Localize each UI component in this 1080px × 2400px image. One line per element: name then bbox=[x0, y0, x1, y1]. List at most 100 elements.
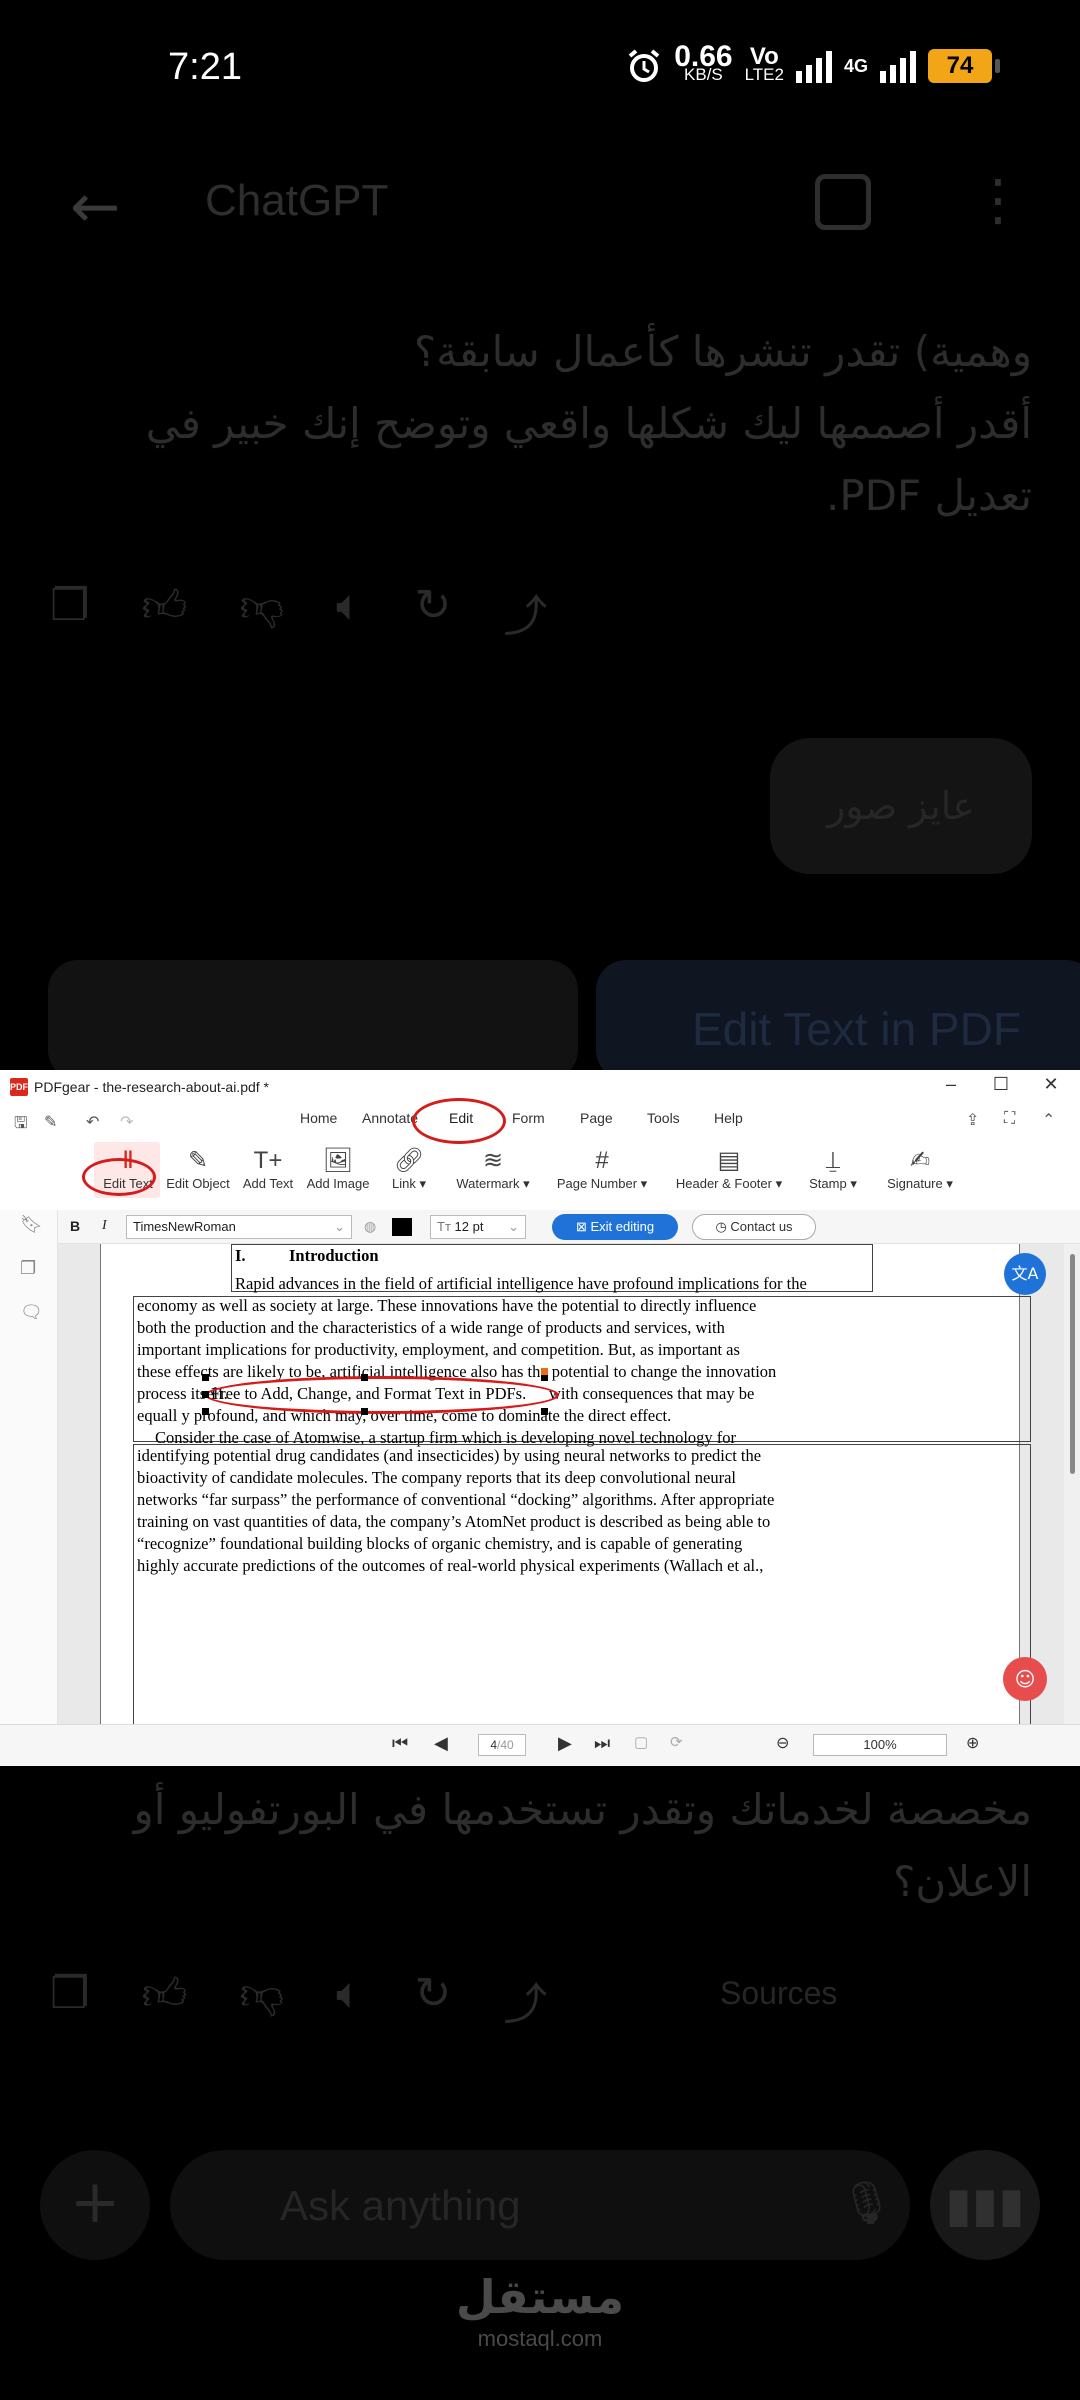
link-button[interactable]: 🔗︎ Link ▾ bbox=[384, 1146, 434, 1192]
signature-button[interactable]: ✍︎ Signature ▾ bbox=[878, 1146, 962, 1192]
share-icon[interactable]: ⤴ bbox=[503, 1968, 547, 2032]
menu-form[interactable]: Form bbox=[512, 1110, 545, 1126]
text-color-swatch[interactable] bbox=[392, 1218, 412, 1236]
minimize-icon[interactable]: – bbox=[936, 1074, 966, 1095]
last-page-icon[interactable]: ⏭ bbox=[594, 1733, 610, 1754]
menu-tools[interactable]: Tools bbox=[647, 1110, 680, 1126]
assistant-message-line: الاعلان؟ bbox=[893, 1857, 1032, 1906]
resize-handle[interactable] bbox=[361, 1408, 368, 1415]
speaker-icon[interactable]: 🔈︎ bbox=[336, 580, 362, 644]
chevron-down-icon: ⌄ bbox=[508, 1219, 519, 1234]
zoom-in-icon[interactable]: ⊕ bbox=[966, 1733, 979, 1753]
scrollbar-thumb[interactable] bbox=[1070, 1254, 1075, 1474]
volte-bottom: LTE2 bbox=[744, 65, 784, 84]
thumbs-up-icon[interactable]: 👍︎ bbox=[141, 580, 187, 644]
volte-top: Vo bbox=[749, 43, 779, 70]
back-arrow-icon[interactable]: ← bbox=[70, 172, 120, 242]
pdf-page: I. Introduction Rapid advances in the fi… bbox=[100, 1244, 1031, 1724]
resize-handle[interactable] bbox=[202, 1408, 209, 1415]
thumbnails-icon[interactable]: ❐ bbox=[20, 1258, 36, 1279]
paragraph-line: training on vast quantities of data, the… bbox=[137, 1512, 771, 1531]
stamp-button[interactable]: ⍊ Stamp ▾ bbox=[800, 1146, 866, 1192]
generated-image-card-2[interactable]: Edit Text in PDF bbox=[596, 960, 1080, 1080]
save-as-icon[interactable]: ✎ bbox=[44, 1112, 57, 1132]
page-input[interactable]: 4/40 bbox=[478, 1734, 526, 1756]
undo-icon[interactable]: ↶ bbox=[86, 1112, 99, 1132]
header-footer-button[interactable]: ▤ Header & Footer ▾ bbox=[668, 1146, 790, 1192]
redo-icon[interactable]: ↷ bbox=[120, 1112, 133, 1132]
mic-icon[interactable]: 🎙︎ bbox=[840, 2178, 893, 2228]
resize-handle[interactable] bbox=[541, 1374, 548, 1381]
contact-us-label: Contact us bbox=[730, 1219, 793, 1234]
bookmark-icon[interactable]: 🔖︎ bbox=[20, 1214, 43, 1235]
opacity-icon[interactable]: ◍ bbox=[364, 1218, 376, 1235]
signature-label: Signature bbox=[887, 1176, 943, 1191]
menu-help[interactable]: Help bbox=[714, 1110, 743, 1126]
share-icon[interactable]: ⤴ bbox=[503, 580, 547, 644]
rotate-page-icon[interactable]: ⟳ bbox=[670, 1733, 683, 1751]
font-select-value: TimesNewRoman bbox=[133, 1219, 236, 1234]
add-image-button[interactable]: 🖼︎ Add Image bbox=[302, 1146, 374, 1191]
card-title: Edit Text in PDF bbox=[692, 1003, 1021, 1055]
document-viewer[interactable]: I. Introduction Rapid advances in the fi… bbox=[58, 1244, 1080, 1724]
more-options-icon[interactable]: ⋮ bbox=[970, 168, 1026, 233]
maximize-icon[interactable]: ☐ bbox=[986, 1074, 1016, 1095]
copy-icon[interactable]: ❐ bbox=[50, 1968, 89, 2032]
single-page-icon[interactable]: ▢ bbox=[634, 1733, 648, 1751]
save-icon[interactable]: 🖫 bbox=[14, 1112, 28, 1139]
menu-home[interactable]: Home bbox=[300, 1110, 337, 1126]
regenerate-icon[interactable]: ↻ bbox=[415, 580, 452, 644]
translate-icon[interactable]: 文A bbox=[1004, 1253, 1046, 1295]
italic-button[interactable]: I bbox=[102, 1218, 107, 1234]
paragraph-line: with consequences that may be bbox=[549, 1384, 755, 1403]
menu-page[interactable]: Page bbox=[580, 1110, 613, 1126]
font-size-select[interactable]: Tт 12 pt ⌄ bbox=[430, 1215, 526, 1239]
resize-handle[interactable] bbox=[202, 1374, 209, 1381]
ai-assistant-icon[interactable]: ☺ bbox=[1003, 1657, 1047, 1701]
paragraph-line: networks “far surpass” the performance o… bbox=[137, 1490, 775, 1509]
exit-editing-button[interactable]: ⊠ Exit editing bbox=[552, 1214, 678, 1240]
watermark-button[interactable]: ≋ Watermark ▾ bbox=[450, 1146, 536, 1192]
sources-button[interactable]: Sources bbox=[720, 1975, 837, 2012]
first-page-icon[interactable]: ⏮ bbox=[392, 1733, 408, 1754]
left-sidebar: 🔖︎ ❐ 🗨︎ ⌄ bbox=[0, 1210, 58, 1766]
thumbs-down-icon[interactable]: 👎︎ bbox=[239, 1968, 284, 2032]
clock: 7:21 bbox=[168, 46, 242, 88]
font-size-icon: Tт bbox=[437, 1219, 455, 1234]
rotate-handle[interactable] bbox=[541, 1368, 548, 1375]
font-select[interactable]: TimesNewRoman ⌄ bbox=[126, 1215, 352, 1239]
header-footer-icon: ▤ bbox=[717, 1147, 741, 1174]
add-text-button[interactable]: T+ Add Text bbox=[238, 1146, 298, 1191]
edit-object-button[interactable]: ✎ Edit Object bbox=[160, 1146, 236, 1191]
menu-annotate[interactable]: Annotate bbox=[362, 1110, 418, 1126]
new-chat-icon[interactable] bbox=[815, 174, 871, 230]
thumbs-down-icon[interactable]: 👎︎ bbox=[239, 580, 284, 644]
contact-us-button[interactable]: ◷ Contact us bbox=[692, 1214, 816, 1240]
regenerate-icon[interactable]: ↻ bbox=[415, 1968, 452, 2032]
share-icon[interactable]: ⇪ bbox=[966, 1110, 979, 1130]
thumbs-up-icon[interactable]: 👍︎ bbox=[141, 1968, 187, 2032]
comments-icon[interactable]: 🗨︎ bbox=[20, 1302, 43, 1323]
fullscreen-icon[interactable]: ⛶ bbox=[1004, 1110, 1015, 1128]
page-number-button[interactable]: # Page Number ▾ bbox=[550, 1146, 654, 1192]
zoom-out-icon[interactable]: ⊖ bbox=[776, 1733, 789, 1753]
resize-handle[interactable] bbox=[361, 1374, 368, 1381]
paragraph-line: economy as well as society at large. The… bbox=[137, 1296, 757, 1315]
generated-image-card[interactable] bbox=[48, 960, 578, 1080]
collapse-ribbon-icon[interactable]: ⌃ bbox=[1042, 1110, 1055, 1130]
zoom-input[interactable]: 100% bbox=[813, 1734, 947, 1756]
voice-mode-icon[interactable]: ▮▮▮ bbox=[930, 2150, 1040, 2260]
plus-icon[interactable]: + bbox=[40, 2150, 150, 2260]
resize-handle[interactable] bbox=[541, 1408, 548, 1415]
resize-handle[interactable] bbox=[202, 1391, 209, 1398]
copy-icon[interactable]: ❐ bbox=[50, 580, 89, 644]
page-total: /40 bbox=[497, 1738, 514, 1752]
prev-page-icon[interactable]: ◀ bbox=[434, 1733, 448, 1754]
speaker-icon[interactable]: 🔈︎ bbox=[336, 1968, 362, 2032]
bold-button[interactable]: B bbox=[70, 1218, 80, 1234]
exit-editing-label: Exit editing bbox=[590, 1219, 655, 1234]
close-icon[interactable]: ✕ bbox=[1036, 1074, 1066, 1095]
next-page-icon[interactable]: ▶ bbox=[558, 1733, 572, 1754]
stamp-icon: ⍊ bbox=[825, 1147, 841, 1174]
message-input[interactable]: Ask anything bbox=[170, 2150, 910, 2260]
